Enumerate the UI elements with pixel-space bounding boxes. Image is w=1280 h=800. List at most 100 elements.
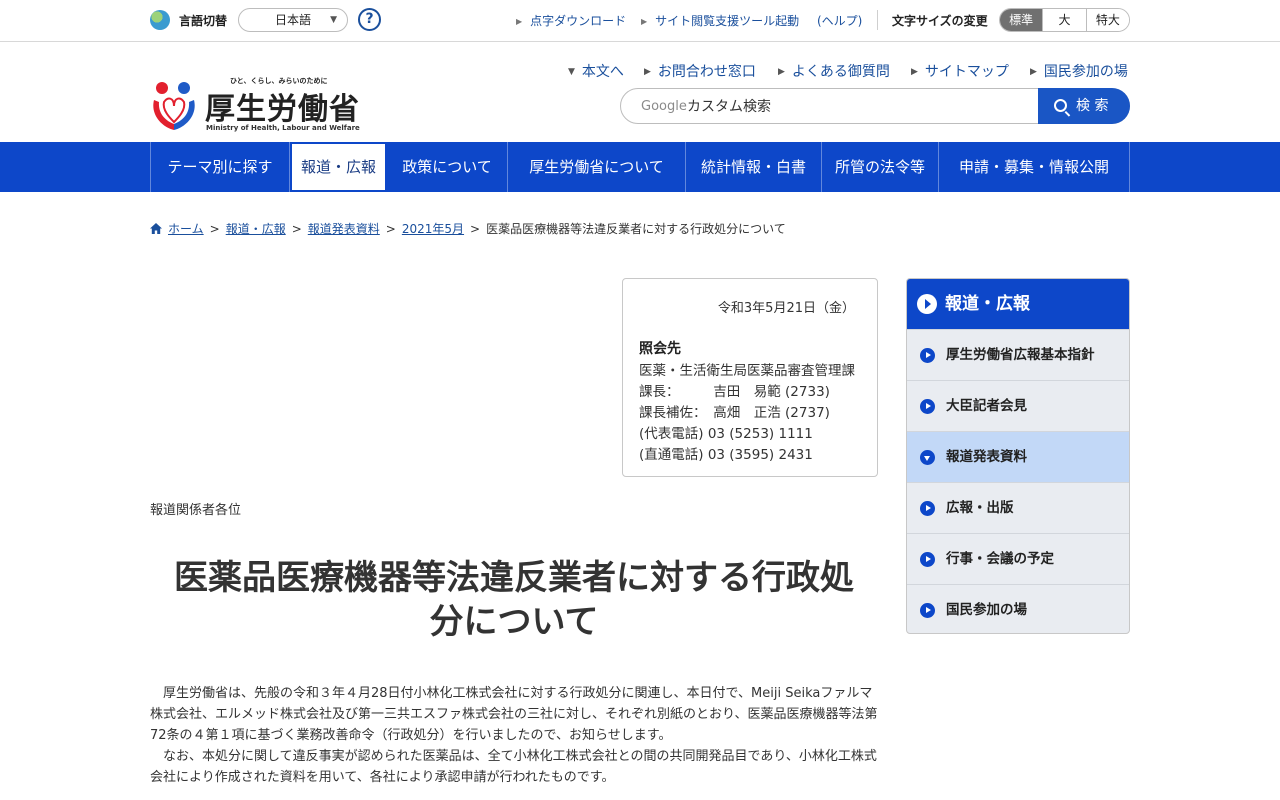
addressee: 報道関係者各位: [150, 503, 242, 518]
contact-heading: 照会先: [639, 341, 681, 357]
nav-item-press[interactable]: 報道・広報: [290, 142, 387, 192]
globe-icon: [150, 10, 170, 30]
article-paragraph: 厚生労働省は、先般の令和３年４月28日付小林化工株式会社に対する行政処分に関連し…: [150, 686, 878, 743]
breadcrumb-current: 医薬品医療機器等法違反業者に対する行政処分について: [486, 222, 786, 236]
page-title: 医薬品医療機器等法違反業者に対する行政処 分について: [150, 556, 878, 644]
nav-item-about[interactable]: 厚生労働省について: [508, 142, 686, 192]
font-size-large-button[interactable]: 大: [1042, 9, 1086, 31]
sidebar-item-events[interactable]: 行事・会議の予定: [907, 533, 1129, 584]
contact-box: 令和3年5月21日（金） 照会先 医薬・生活衛生局医薬品審査管理課 課長： 吉田…: [622, 278, 878, 477]
breadcrumb-home[interactable]: ホーム: [168, 222, 204, 236]
header-link-label: 国民参加の場: [1043, 64, 1128, 80]
nav-item-applications[interactable]: 申請・募集・情報公開: [939, 142, 1130, 192]
sidebar-item-label: 大臣記者会見: [946, 398, 1027, 414]
sidebar-heading-label: 報道・広報: [945, 294, 1030, 314]
font-size-xlarge-button[interactable]: 特大: [1085, 9, 1129, 31]
font-size-label: 文字サイズの変更: [892, 14, 988, 28]
mhlw-logo-icon: [153, 82, 195, 130]
contact-line: 課長： 吉田 易範 (2733): [639, 384, 830, 400]
header-link-label: よくある御質問: [791, 64, 890, 80]
sidebar-item-label: 行事・会議の予定: [946, 551, 1054, 567]
sidebar-item-label: 広報・出版: [946, 500, 1014, 516]
header-link-main-content[interactable]: ▼ 本文へ: [568, 61, 624, 81]
site-search: Google 検 索: [620, 88, 1130, 124]
logo-english: Ministry of Health, Labour and Welfare: [206, 124, 360, 132]
search-icon: [1054, 99, 1067, 112]
main-navigation-inner: テーマ別に探す 報道・広報 政策について 厚生労働省について 統計情報・白書 所…: [150, 142, 1130, 192]
google-label: Google: [641, 99, 687, 114]
header-link-label: 本文へ: [581, 64, 624, 80]
main-navigation: テーマ別に探す 報道・広報 政策について 厚生労働省について 統計情報・白書 所…: [0, 142, 1280, 192]
triangle-right-icon: ▶: [516, 17, 523, 26]
arrow-right-circle-icon: [920, 348, 935, 363]
header-link-sitemap[interactable]: ▶ サイトマップ: [911, 61, 1009, 81]
arrow-down-circle-icon: [920, 450, 935, 465]
home-icon: [150, 223, 162, 234]
page-title-line: 分について: [429, 602, 599, 642]
breadcrumb: ホーム > 報道・広報 > 報道発表資料 >2021年5月 > 医薬品医療機器等法違反業者に対…: [150, 220, 786, 237]
breadcrumb-press[interactable]: 報道・広報: [226, 222, 286, 236]
contact-line: (直通電話) 03 (3595) 2431: [639, 447, 813, 463]
arrow-right-circle-icon: [920, 501, 935, 516]
utility-bar: 言語切替 日本語 ▼ ? ▶ 点字ダウンロード ▶ サイト閲覧支援ツール起動 (ヘル…: [0, 0, 1280, 42]
release-date: 令和3年5月21日（金）: [717, 301, 855, 316]
language-label: 言語切替: [179, 14, 228, 28]
sidebar-item-label: 厚生労働省広報基本指針: [946, 347, 1095, 363]
sidebar-item-press-releases[interactable]: 報道発表資料: [907, 431, 1129, 482]
language-select-value: 日本語: [275, 13, 312, 27]
triangle-right-icon: ▶: [1030, 67, 1037, 77]
site-logo[interactable]: ひと、くらし、みらいのために 厚生労働省 Ministry of Health,…: [150, 74, 360, 134]
search-button[interactable]: 検 索: [1038, 88, 1130, 124]
utility-bar-inner: 言語切替 日本語 ▼ ? ▶ 点字ダウンロード ▶ サイト閲覧支援ツール起動 (ヘル…: [150, 0, 1130, 41]
nav-item-statistics[interactable]: 統計情報・白書: [686, 142, 822, 192]
arrow-right-circle-icon: [920, 552, 935, 567]
breadcrumb-separator: >: [385, 222, 396, 236]
sidebar-nav: 報道・広報 厚生労働省広報基本指針 大臣記者会見 報道発表資料 広報・出版 行事…: [906, 278, 1130, 634]
arrow-right-circle-icon: [920, 603, 935, 618]
sidebar-item-pr-policy[interactable]: 厚生労働省広報基本指針: [907, 329, 1129, 380]
header-link-label: サイトマップ: [924, 64, 1009, 80]
nav-item-laws[interactable]: 所管の法令等: [822, 142, 939, 192]
font-size-switcher: 標準 大 特大: [999, 8, 1130, 32]
header-link-faq[interactable]: ▶ よくある御質問: [778, 61, 890, 81]
braille-download-link[interactable]: ▶ 点字ダウンロード: [516, 12, 626, 29]
help-link[interactable]: (ヘルプ): [817, 12, 862, 29]
help-icon[interactable]: ?: [358, 8, 381, 31]
article-body: 厚生労働省は、先般の令和３年４月28日付小林化工株式会社に対する行政処分に関連し…: [150, 683, 882, 788]
search-input[interactable]: [687, 97, 1027, 117]
header-link-contact[interactable]: ▶ お問合わせ窓口: [644, 61, 756, 81]
arrow-right-circle-icon: [920, 399, 935, 414]
breadcrumb-month[interactable]: 2021年5月: [402, 222, 464, 236]
header-link-label: お問合わせ窓口: [657, 64, 756, 80]
triangle-right-icon: ▶: [778, 67, 785, 77]
triangle-right-icon: ▶: [641, 17, 648, 26]
breadcrumb-separator: >: [291, 222, 302, 236]
accessibility-tool-link[interactable]: ▶ サイト閲覧支援ツール起動: [641, 12, 799, 29]
sidebar-item-participation[interactable]: 国民参加の場: [907, 584, 1129, 633]
arrow-right-circle-icon: [917, 294, 937, 314]
sidebar-item-label: 国民参加の場: [946, 602, 1027, 618]
triangle-right-icon: ▶: [911, 67, 918, 77]
accessibility-tool-label: サイト閲覧支援ツール起動: [655, 14, 800, 28]
breadcrumb-press-releases[interactable]: 報道発表資料: [308, 222, 380, 236]
nav-item-policy[interactable]: 政策について: [387, 142, 508, 192]
logo-name: 厚生労働省: [205, 92, 360, 127]
contact-line: (代表電話) 03 (5253) 1111: [639, 426, 813, 442]
triangle-down-icon: ▼: [568, 67, 575, 77]
sidebar-item-label: 報道発表資料: [946, 449, 1027, 465]
breadcrumb-separator: >: [209, 222, 220, 236]
triangle-right-icon: ▶: [644, 67, 651, 77]
braille-download-label: 点字ダウンロード: [530, 14, 627, 28]
font-size-standard-button[interactable]: 標準: [1000, 9, 1043, 31]
nav-item-theme[interactable]: テーマ別に探す: [151, 142, 290, 192]
sidebar-item-publications[interactable]: 広報・出版: [907, 482, 1129, 533]
chevron-down-icon: ▼: [330, 15, 337, 25]
contact-line: 課長補佐： 高畑 正浩 (2737): [639, 405, 830, 421]
sidebar-heading[interactable]: 報道・広報: [907, 279, 1129, 329]
header-link-participation[interactable]: ▶ 国民参加の場: [1030, 61, 1128, 81]
divider: [877, 10, 878, 30]
sidebar-item-press-conference[interactable]: 大臣記者会見: [907, 380, 1129, 431]
contact-line: 医薬・生活衛生局医薬品審査管理課: [639, 363, 855, 379]
page-title-line: 医薬品医療機器等法違反業者に対する行政処: [174, 558, 854, 598]
language-select[interactable]: 日本語 ▼: [238, 8, 348, 32]
